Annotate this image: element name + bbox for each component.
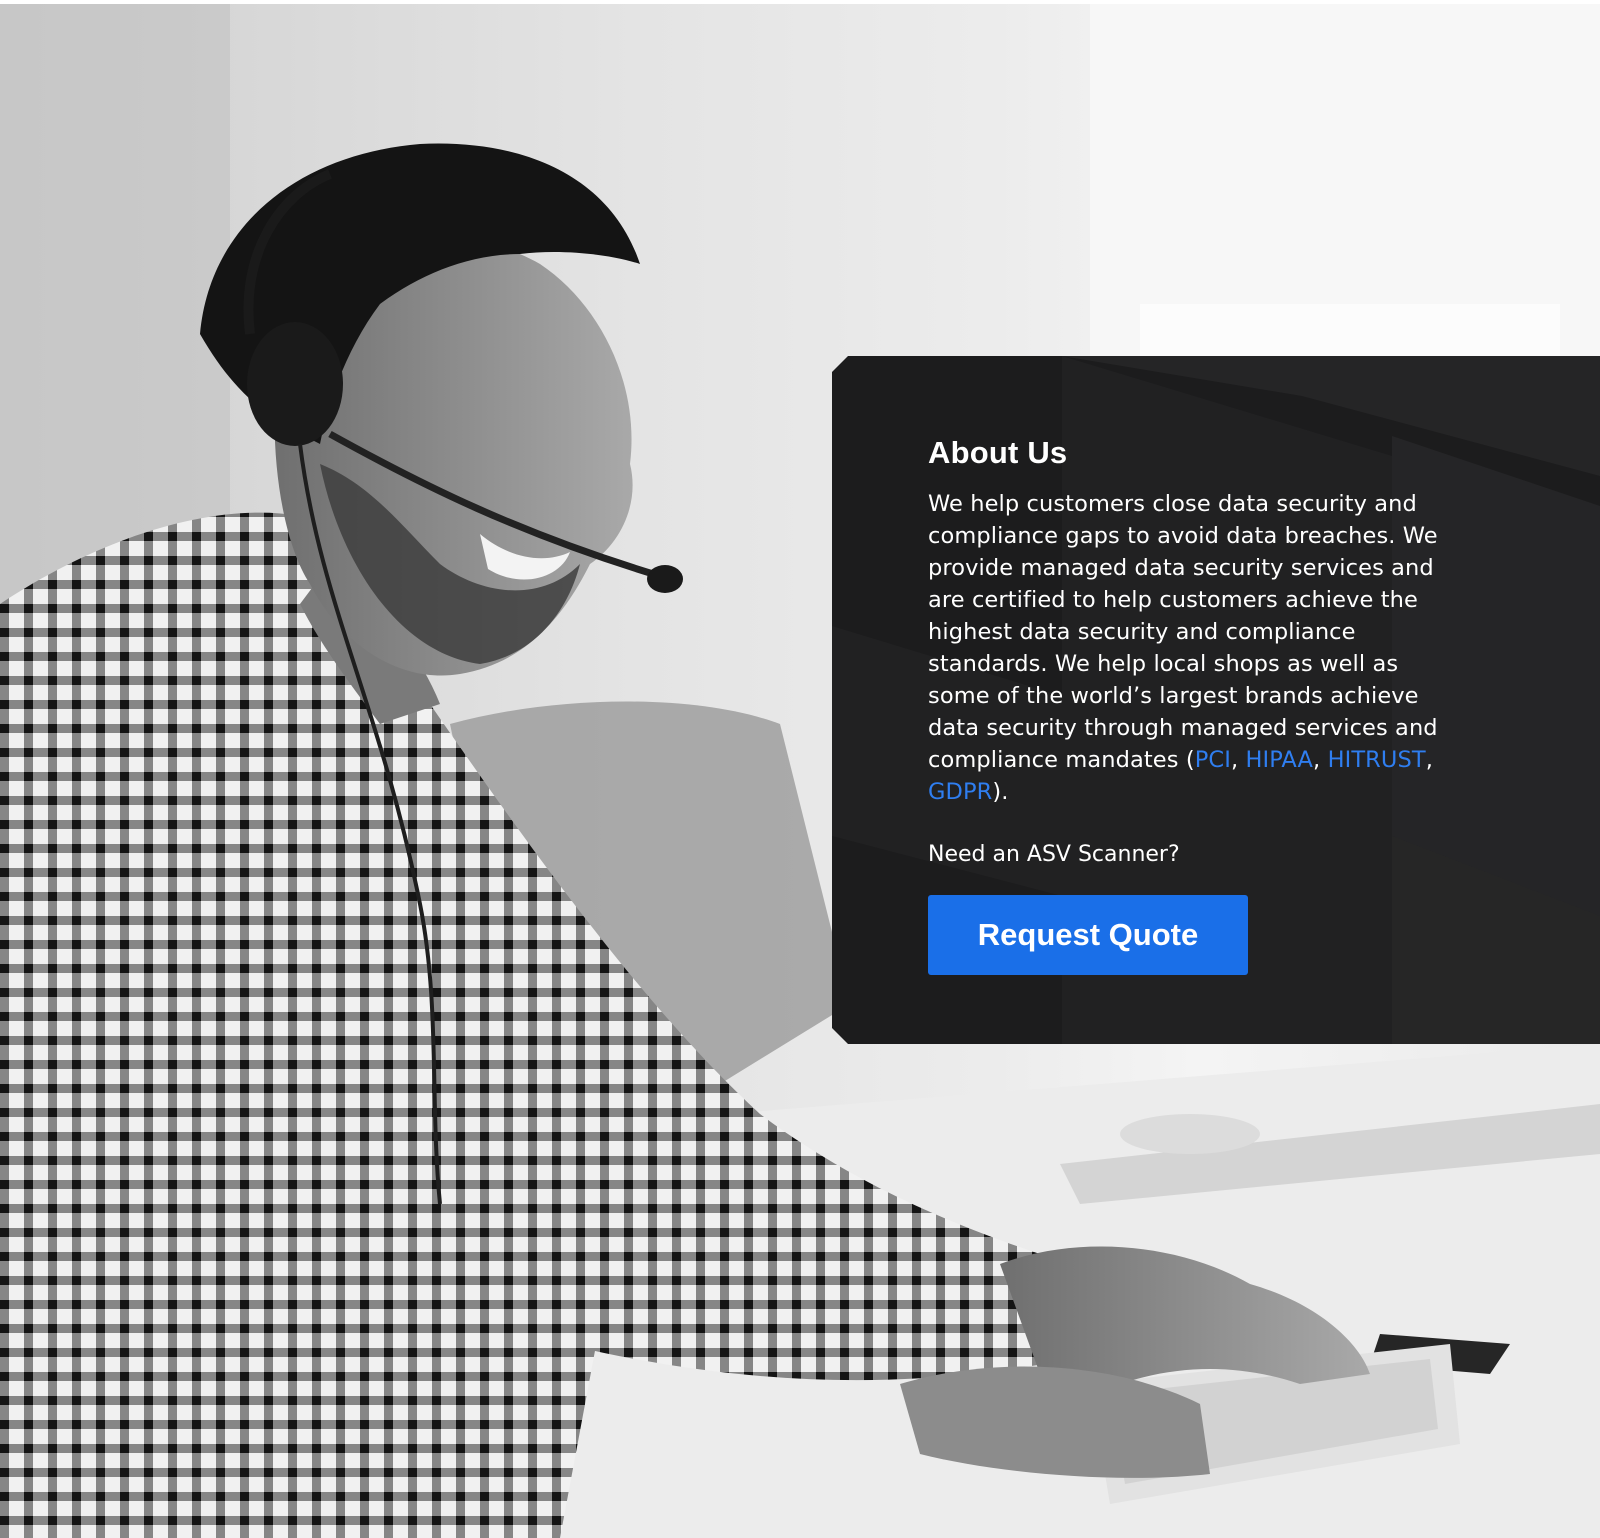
request-quote-button[interactable]: Request Quote	[928, 895, 1248, 975]
asv-scanner-question: Need an ASV Scanner?	[928, 842, 1180, 867]
about-us-title: About Us	[928, 435, 1068, 470]
about-us-card: About Us We help customers close data se…	[832, 356, 1600, 1044]
about-us-description: We help customers close data security an…	[928, 488, 1448, 808]
standards-separator: ,	[1313, 747, 1328, 773]
gdpr-link[interactable]: GDPR	[928, 779, 992, 805]
hitrust-link[interactable]: HITRUST	[1328, 747, 1426, 773]
pci-link[interactable]: PCI	[1195, 747, 1231, 773]
about-us-content: About Us We help customers close data se…	[928, 434, 1448, 975]
hipaa-link[interactable]: HIPAA	[1245, 747, 1313, 773]
about-us-body-tail: ).	[992, 779, 1009, 805]
standards-separator: ,	[1230, 747, 1246, 773]
standards-separator: ,	[1425, 747, 1433, 773]
about-us-body-text: We help customers close data security an…	[928, 491, 1438, 773]
